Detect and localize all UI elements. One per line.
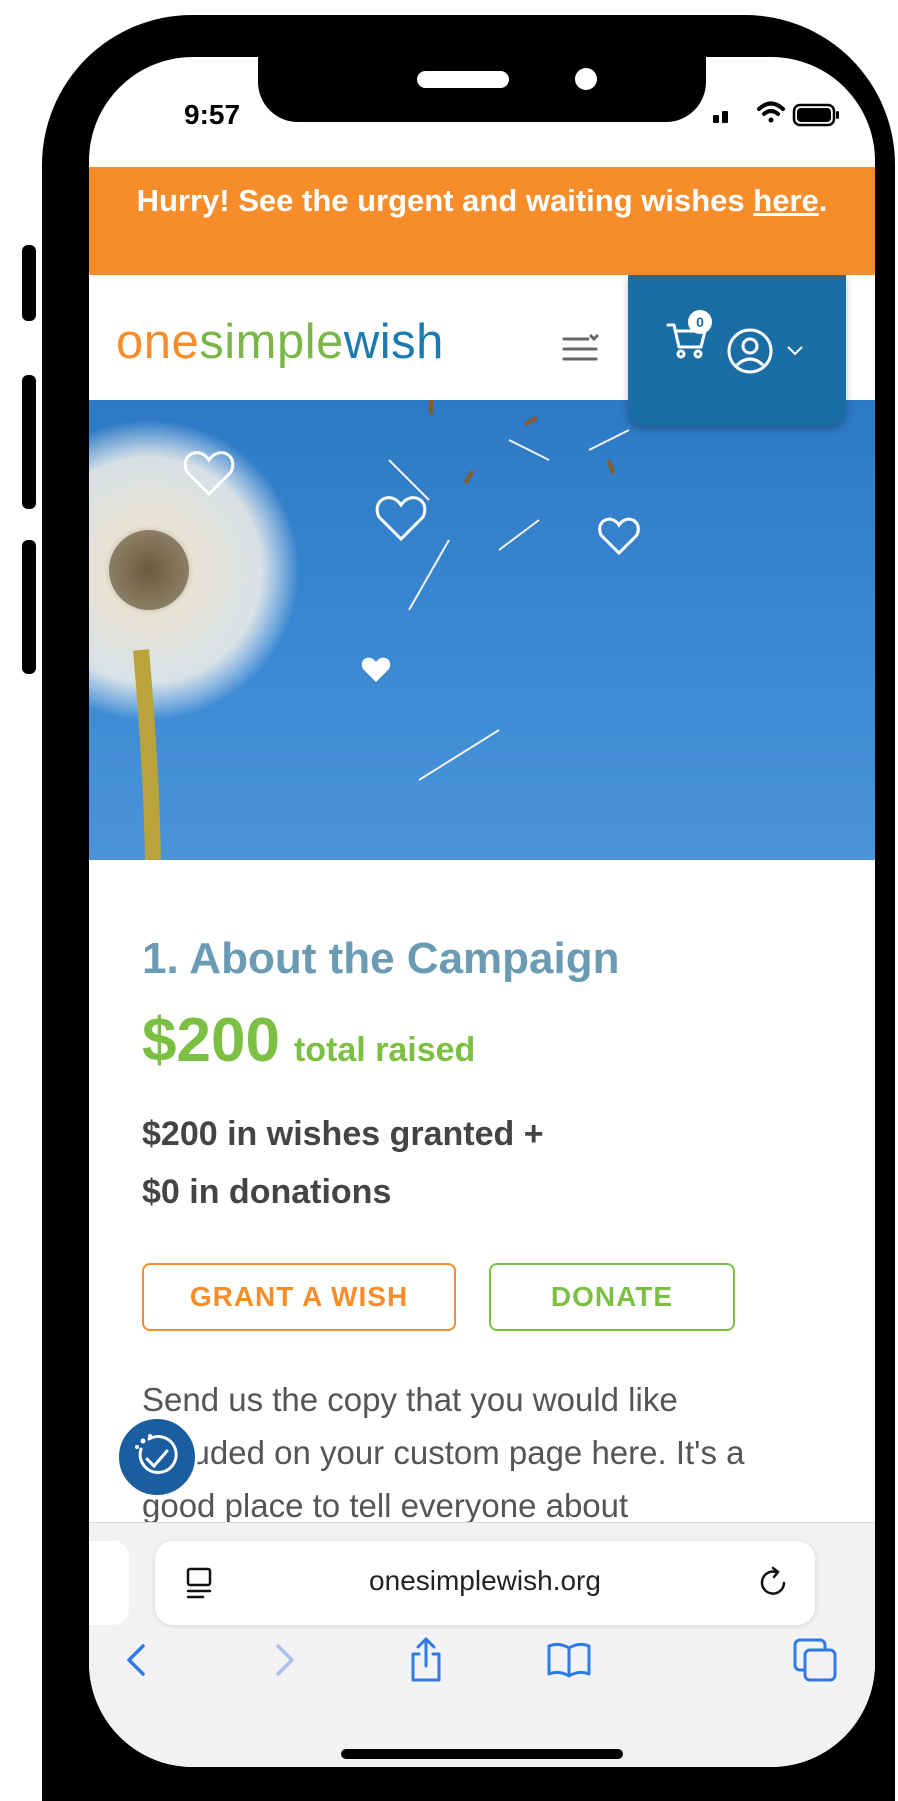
raised-breakdown: $200 in wishes granted + $0 in donations <box>142 1105 742 1221</box>
status-icons <box>689 91 849 131</box>
hero-image <box>89 400 875 860</box>
accessibility-icon <box>135 1434 178 1474</box>
total-label: total raised <box>293 1031 476 1069</box>
heart-filled-icon <box>361 657 391 682</box>
donate-button[interactable]: DONATE <box>489 1263 735 1331</box>
wifi-icon <box>757 101 785 123</box>
logo-one: one <box>116 315 200 369</box>
account-cart-panel: 0 <box>628 275 846 425</box>
chevron-down-icon[interactable] <box>786 345 804 357</box>
volume-up-button <box>22 375 36 509</box>
forward-icon[interactable] <box>260 1636 308 1684</box>
bookmarks-icon[interactable] <box>545 1636 593 1684</box>
share-icon[interactable] <box>402 1636 450 1684</box>
signal-icon <box>713 111 728 123</box>
banner-here-link[interactable]: here <box>753 183 818 218</box>
donations-line: $0 in donations <box>142 1173 392 1211</box>
home-indicator <box>341 1749 623 1759</box>
wishes-granted-line: $200 in wishes granted + <box>142 1115 544 1153</box>
front-camera <box>575 68 597 90</box>
banner-text: Hurry! See the urgent and waiting wishes <box>136 183 754 218</box>
campaign-description: Send us the copy that you would like inc… <box>142 1381 745 1524</box>
status-time: 9:57 <box>184 99 241 130</box>
battery-icon <box>792 103 839 127</box>
speaker-grille <box>417 71 509 88</box>
address-bar[interactable]: onesimplewish.org <box>155 1541 815 1625</box>
seed-icon <box>388 429 630 781</box>
browser-toolbar: onesimplewish.org <box>89 1522 875 1767</box>
url-text[interactable]: onesimplewish.org <box>155 1565 815 1597</box>
phone-notch <box>258 57 706 122</box>
logo-wish: wish <box>343 315 444 369</box>
urgent-wishes-banner: Hurry! See the urgent and waiting wishes… <box>89 167 875 275</box>
dandelion-icon <box>89 420 299 860</box>
silent-switch <box>22 245 36 321</box>
reload-icon[interactable] <box>757 1565 791 1599</box>
logo-simple: simple <box>199 315 344 369</box>
user-icon[interactable] <box>726 327 774 375</box>
cart-count-badge: 0 <box>688 310 712 334</box>
hamburger-icon[interactable] <box>562 330 602 366</box>
banner-period: . <box>818 183 828 218</box>
volume-down-button <box>22 540 36 674</box>
previous-tab[interactable] <box>89 1541 129 1625</box>
total-raised: $200 total raised <box>142 1005 475 1076</box>
total-amount: $200 <box>142 1006 280 1075</box>
section-title: 1. About the Campaign <box>142 934 620 983</box>
grant-a-wish-button[interactable]: GRANT A WISH <box>142 1263 456 1331</box>
accessibility-button[interactable] <box>116 1416 198 1498</box>
campaign-section: 1. About the Campaign $200 total raised $… <box>89 860 875 1564</box>
tabs-icon[interactable] <box>791 1636 839 1684</box>
back-icon[interactable] <box>113 1636 161 1684</box>
site-logo[interactable]: onesimplewish <box>116 314 444 370</box>
phone-screen: 9:57 Hurry! See the urgent and waiting w… <box>89 57 875 1767</box>
